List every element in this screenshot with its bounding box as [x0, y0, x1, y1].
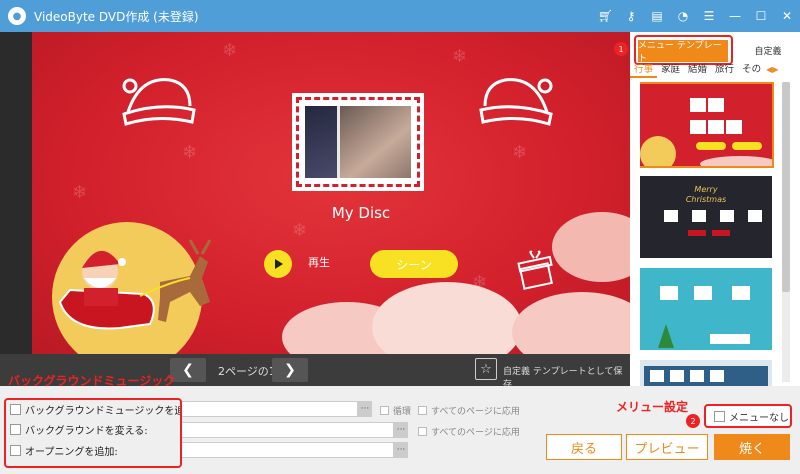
annotation-badge-1: 1 — [614, 42, 628, 56]
burn-button[interactable]: 焼く — [714, 434, 790, 460]
cloud-decoration — [512, 292, 630, 354]
back-button[interactable]: 戻る — [546, 434, 622, 460]
opening-browse-button[interactable]: ··· — [394, 442, 408, 458]
santa-hat-left-icon — [122, 78, 196, 126]
preview-area: ❄ ❄ ❄ ❄ ❄ ❄ ❄ ❄ My Disc 再生 シーン — [0, 32, 630, 354]
snowflake-icon: ❄ — [222, 40, 238, 61]
snowflake-icon: ❄ — [292, 220, 308, 241]
bg-music-path-field[interactable] — [180, 401, 358, 417]
scene-button[interactable]: シーン — [370, 250, 458, 278]
menu-none-label: メニューなし — [729, 412, 789, 424]
play-button[interactable] — [264, 250, 292, 278]
loop-option: 循環 — [380, 404, 411, 417]
photo-part-right — [339, 106, 411, 178]
menu-icon[interactable]: ☰ — [702, 9, 716, 23]
annotation-bg-music-label: バックグラウンドミュージック — [8, 374, 176, 388]
annotation-ring-bg-music — [4, 398, 182, 468]
disc-title[interactable]: My Disc — [282, 204, 440, 222]
svg-text:Merry: Merry — [694, 185, 717, 194]
star-icon: ☆ — [480, 361, 492, 377]
register-icon[interactable]: ▤ — [650, 9, 664, 23]
prev-page-button[interactable]: ❮ — [170, 358, 206, 382]
annotation-menu-settings-label: メリュー設定 — [616, 400, 689, 414]
loop-label: 循環 — [393, 407, 412, 417]
app-title: VideoByte DVD作成 (未登録) — [34, 9, 199, 24]
snowflake-icon: ❄ — [452, 46, 468, 67]
annotation-badge-2: 2 — [686, 414, 700, 428]
template-list: Merry Christmas — [640, 82, 774, 386]
snowflake-icon: ❄ — [182, 142, 198, 163]
category-tab-wedding[interactable]: 結婚 — [684, 62, 711, 78]
apply-all-option-2: すべてのページに応用 — [418, 425, 520, 438]
category-tab-events[interactable]: 行事 — [630, 62, 658, 78]
cloud-decoration — [372, 282, 522, 354]
app-logo-icon: ● — [8, 7, 26, 25]
menu-none-option: メニューなし — [704, 404, 792, 428]
play-label[interactable]: 再生 — [308, 254, 330, 270]
santa-hat-right-icon — [479, 78, 553, 126]
opening-path-field[interactable] — [180, 442, 394, 458]
next-page-button[interactable]: ❯ — [272, 358, 308, 382]
category-tab-family[interactable]: 家庭 — [657, 62, 684, 78]
loop-checkbox[interactable] — [380, 406, 389, 415]
photo-thumbnail — [305, 106, 411, 178]
apply-all-option-1: すべてのページに応用 — [418, 404, 520, 417]
bg-image-path-field[interactable] — [180, 422, 394, 438]
apply-all-checkbox-1[interactable] — [418, 406, 427, 415]
annotation-ring-1 — [634, 35, 733, 65]
key-icon[interactable]: ⚷ — [624, 9, 638, 23]
template-panel: メニュー テンプレート 自定義 行事 家庭 結婚 旅行 その ◀▶ Merry … — [630, 32, 800, 386]
page-indicator: 2ページの1 — [218, 365, 276, 378]
photo-frame[interactable] — [292, 93, 424, 191]
chevron-right-icon: ❯ — [284, 362, 296, 378]
save-template-button[interactable]: ☆ — [475, 358, 497, 380]
apply-all-label-2: すべてのページに応用 — [431, 428, 520, 438]
category-tab-travel[interactable]: 旅行 — [711, 62, 738, 78]
template-thumbnail-christmas-red[interactable] — [640, 82, 774, 168]
play-icon — [275, 259, 283, 269]
category-tab-other[interactable]: その — [738, 62, 765, 78]
preview-button[interactable]: プレビュー — [626, 434, 708, 460]
svg-text:Christmas: Christmas — [686, 195, 726, 204]
titlebar-icons: 🛒︎ ⚷ ▤ ◔ ☰ — ☐ ✕ — [598, 0, 794, 32]
apply-all-checkbox-2[interactable] — [418, 427, 427, 436]
menu-none-checkbox[interactable] — [714, 410, 725, 422]
menu-preview-canvas: ❄ ❄ ❄ ❄ ❄ ❄ ❄ ❄ My Disc 再生 シーン — [32, 32, 630, 354]
title-bar: ● VideoByte DVD作成 (未登録) 🛒︎ ⚷ ▤ ◔ ☰ — ☐ ✕ — [0, 0, 800, 32]
bg-image-browse-button[interactable]: ··· — [394, 422, 408, 438]
template-scrollbar-thumb[interactable] — [782, 82, 790, 292]
photo-part-left — [305, 106, 337, 178]
maximize-icon[interactable]: ☐ — [754, 9, 768, 23]
bg-music-browse-button[interactable]: ··· — [358, 401, 372, 417]
snowflake-icon: ❄ — [512, 142, 528, 163]
cart-icon[interactable]: 🛒︎ — [598, 9, 613, 23]
apply-all-label-1: すべてのページに応用 — [431, 407, 520, 417]
category-tabs: 行事 家庭 結婚 旅行 その ◀▶ — [630, 62, 800, 78]
santa-sleigh-illustration — [58, 239, 212, 330]
snowflake-icon: ❄ — [72, 182, 88, 203]
template-thumbnail-christmas-teal[interactable] — [640, 268, 772, 350]
template-scrollbar[interactable] — [782, 82, 790, 382]
chevron-left-icon: ❮ — [182, 362, 194, 378]
template-thumbnail-blue[interactable] — [640, 360, 772, 386]
chat-icon[interactable]: ◔ — [676, 9, 690, 23]
gift-icon — [517, 250, 553, 290]
category-scroll-arrows-icon[interactable]: ◀▶ — [766, 62, 778, 78]
template-thumbnail-christmas-dark[interactable]: Merry Christmas — [640, 176, 772, 258]
cloud-decoration — [552, 212, 630, 282]
tab-custom[interactable]: 自定義 — [740, 44, 796, 57]
close-icon[interactable]: ✕ — [780, 9, 794, 23]
minimize-icon[interactable]: — — [728, 9, 742, 23]
